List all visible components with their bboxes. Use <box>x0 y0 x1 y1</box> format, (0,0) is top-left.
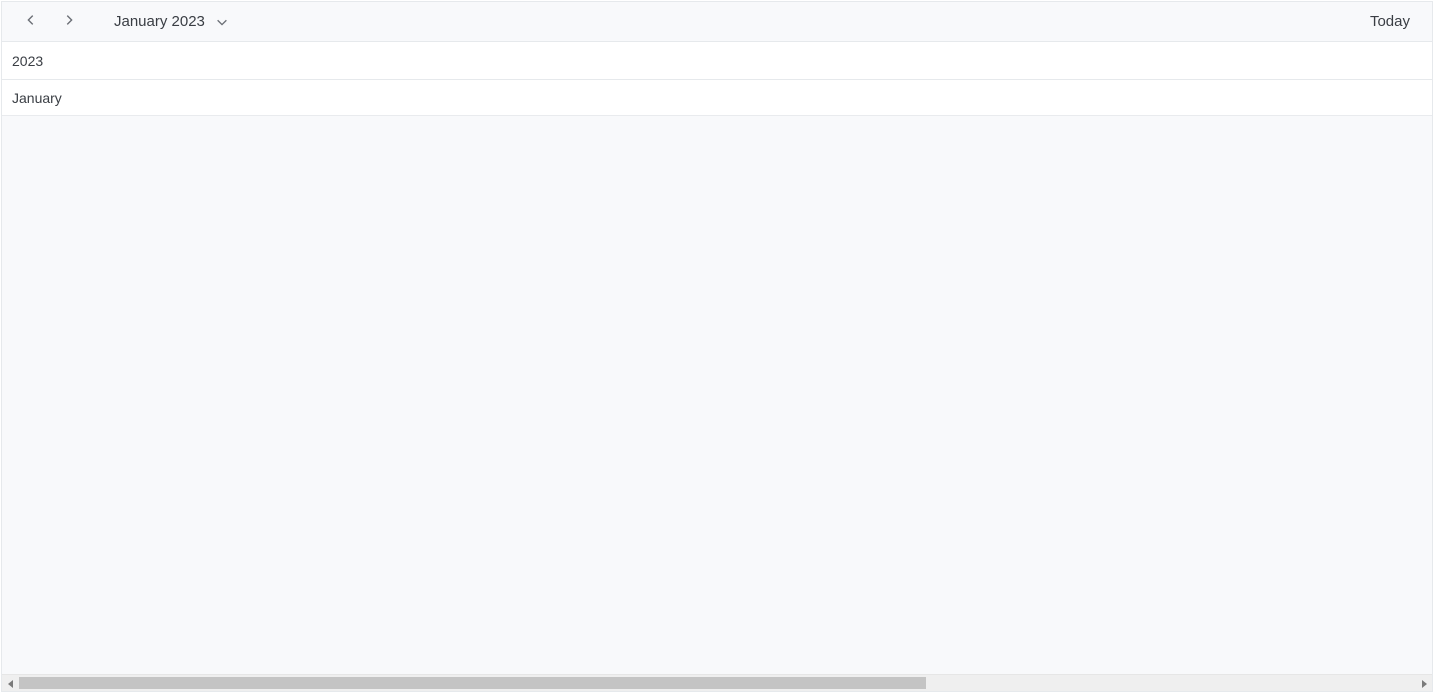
today-button-label: Today <box>1370 13 1410 30</box>
horizontal-scrollbar[interactable] <box>2 674 1432 691</box>
today-button[interactable]: Today <box>1356 7 1424 36</box>
next-period-button[interactable] <box>54 7 84 37</box>
timeline-content-area[interactable] <box>2 116 1432 691</box>
current-period-label: January 2023 <box>114 13 205 30</box>
chevron-down-icon <box>215 15 229 29</box>
year-label: 2023 <box>12 53 43 69</box>
toolbar: January 2023 Today <box>2 2 1432 42</box>
triangle-left-icon <box>7 675 15 691</box>
scroll-right-button[interactable] <box>1415 675 1432 691</box>
previous-period-button[interactable] <box>16 7 46 37</box>
period-picker-dropdown[interactable]: January 2023 <box>108 9 235 34</box>
scroll-thumb[interactable] <box>19 677 926 689</box>
chevron-left-icon <box>24 13 38 30</box>
timeline-month-header[interactable]: January <box>2 80 1432 116</box>
month-label: January <box>12 90 62 106</box>
gantt-timeline-view: January 2023 Today 2023 January <box>1 1 1433 692</box>
triangle-right-icon <box>1420 675 1428 691</box>
timeline-year-header[interactable]: 2023 <box>2 42 1432 80</box>
chevron-right-icon <box>62 13 76 30</box>
scroll-track[interactable] <box>19 675 1415 691</box>
scroll-left-button[interactable] <box>2 675 19 691</box>
